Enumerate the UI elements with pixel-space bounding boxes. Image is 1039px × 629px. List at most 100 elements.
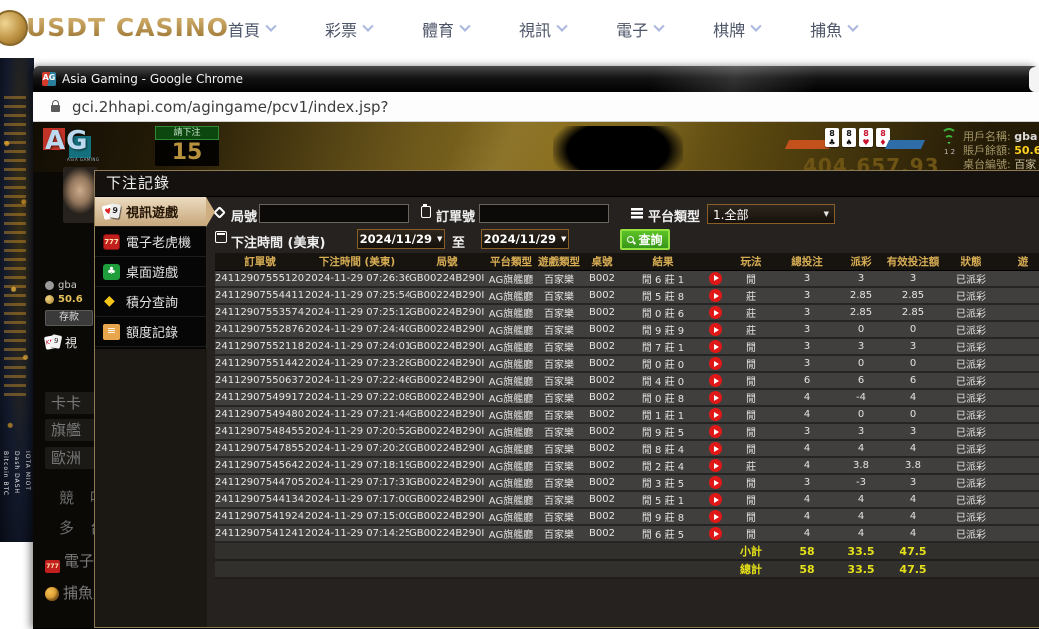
sidebar-item-3[interactable]: 桌面遊戲 (95, 257, 206, 287)
cell: AG旗艦廳 (485, 440, 537, 457)
play-video-button[interactable] (709, 476, 722, 489)
window-titlebar[interactable]: AG Asia Gaming - Google Chrome (33, 66, 1039, 92)
play-video-button[interactable] (709, 391, 722, 404)
sidebar-item-5[interactable]: 額度記錄 (95, 317, 206, 347)
lock-icon (51, 105, 60, 112)
cell: 閒 4 莊 0 (623, 372, 703, 389)
totals-value (537, 560, 581, 578)
cell: 2024-11-29 07:17:00 (305, 491, 409, 508)
totals-value (485, 560, 537, 578)
user-panel-value: gba (1014, 130, 1037, 143)
totals-label: 總計 (727, 560, 775, 578)
cell: GB00224B290IH (409, 372, 485, 389)
window-edge-button[interactable] (1029, 67, 1039, 92)
deposit-button[interactable]: 存款 (45, 310, 93, 326)
dealt-cards: 8♣8♠8♥8♦ (825, 128, 890, 147)
play-video-button[interactable] (709, 272, 722, 285)
cell: 2024-11-29 07:26:36 (305, 270, 409, 287)
sidebar-item-1[interactable]: 視訊遊戲 (95, 197, 206, 227)
cell: 3 (775, 287, 839, 304)
play-video-button[interactable] (709, 510, 722, 523)
cell: AG旗艦廳 (485, 372, 537, 389)
play-video-button[interactable] (709, 425, 722, 438)
cell: 4 (839, 525, 883, 542)
crypto-background-labels: Bitcoin BTCDash DASHIOTA MIOT (2, 451, 31, 496)
cell: B002 (581, 457, 623, 474)
nav-item-5[interactable]: 電子 (616, 17, 663, 41)
totals-value (581, 542, 623, 560)
chevron-down-icon (556, 21, 567, 32)
chevron-down-icon (653, 21, 664, 32)
cell: 百家樂 (537, 321, 581, 338)
table-row: 2411290755287612024-11-29 07:24:40GB0022… (215, 321, 1039, 338)
nav-item-6[interactable]: 棋牌 (713, 17, 760, 41)
sidebar-item-2[interactable]: 電子老虎機 (95, 227, 206, 257)
cell: 241129075514426 (215, 355, 305, 372)
countdown-value: 15 (155, 140, 219, 166)
balance-row: 50.6 (45, 294, 83, 305)
video-tab[interactable]: 視 (45, 334, 77, 351)
cell: AG旗艦廳 (485, 491, 537, 508)
status-badge: 已派彩 (943, 355, 999, 372)
cell: B002 (581, 423, 623, 440)
cell: 3 (883, 338, 943, 355)
search-button[interactable]: 查詢 (620, 229, 670, 250)
play-video-button[interactable] (709, 323, 722, 336)
user-panel-value: 50.6 (1014, 144, 1039, 157)
play-video-button[interactable] (709, 340, 722, 353)
nav-item-1[interactable]: 首頁 (228, 17, 275, 41)
play-video-button[interactable] (709, 408, 722, 421)
column-header: 遊 (999, 253, 1039, 270)
cell: 閒 5 莊 8 (623, 287, 703, 304)
status-badge: 已派彩 (943, 287, 999, 304)
user-panel-row: 賬戶餘額: 50.6 (963, 144, 1039, 158)
nav-item-2[interactable]: 彩票 (325, 17, 372, 41)
cell: 3.8 (883, 457, 943, 474)
play-video-button[interactable] (709, 527, 722, 540)
calendar-icon (215, 231, 227, 243)
totals-value: 47.5 (883, 560, 943, 578)
date-to-select[interactable]: 2024/11/29 ▼ (481, 229, 569, 249)
nav-label: 棋牌 (713, 17, 745, 41)
sidebar-item-4[interactable]: 積分查詢 (95, 287, 206, 317)
cell: 2024-11-29 07:24:01 (305, 338, 409, 355)
cell: 241129075521187 (215, 338, 305, 355)
cell: GB00224B290IF (409, 406, 485, 423)
play-video-button[interactable] (709, 289, 722, 302)
play-video-button[interactable] (709, 442, 722, 455)
nav-label: 電子 (616, 17, 648, 41)
cell (999, 270, 1039, 287)
cell: B002 (581, 372, 623, 389)
cell (999, 423, 1039, 440)
cell: 閒 5 莊 1 (623, 491, 703, 508)
cell: 百家樂 (537, 304, 581, 321)
play-video-button[interactable] (709, 493, 722, 506)
order-input[interactable] (479, 204, 609, 223)
cell (703, 270, 727, 287)
nav-item-3[interactable]: 體育 (422, 17, 469, 41)
nav-item-7[interactable]: 捕魚 (810, 17, 857, 41)
play-video-button[interactable] (709, 357, 722, 370)
cell: AG旗艦廳 (485, 287, 537, 304)
cell (703, 372, 727, 389)
cell: 閒 (727, 355, 775, 372)
play-video-button[interactable] (709, 374, 722, 387)
cell: 241129075441342 (215, 491, 305, 508)
round-input[interactable] (259, 204, 409, 223)
url-bar[interactable]: gci.2hhapi.com/agingame/pcv1/index.jsp? (33, 92, 1039, 122)
status-badge: 已派彩 (943, 372, 999, 389)
chrome-popup-window: AG Asia Gaming - Google Chrome gci.2hhap… (33, 66, 1039, 629)
cell: 百家樂 (537, 372, 581, 389)
date-from-select[interactable]: 2024/11/29 ▼ (357, 229, 445, 249)
cell: 閒 7 莊 1 (623, 338, 703, 355)
totals-value: 33.5 (839, 542, 883, 560)
cell: 閒 (727, 491, 775, 508)
nav-item-4[interactable]: 視訊 (519, 17, 566, 41)
cell: 4 (775, 525, 839, 542)
play-video-button[interactable] (709, 459, 722, 472)
platform-select[interactable]: 1.全部 ▼ (707, 204, 835, 224)
cell (703, 508, 727, 525)
play-video-button[interactable] (709, 306, 722, 319)
totals-value: 58 (775, 560, 839, 578)
cell: 4 (775, 491, 839, 508)
